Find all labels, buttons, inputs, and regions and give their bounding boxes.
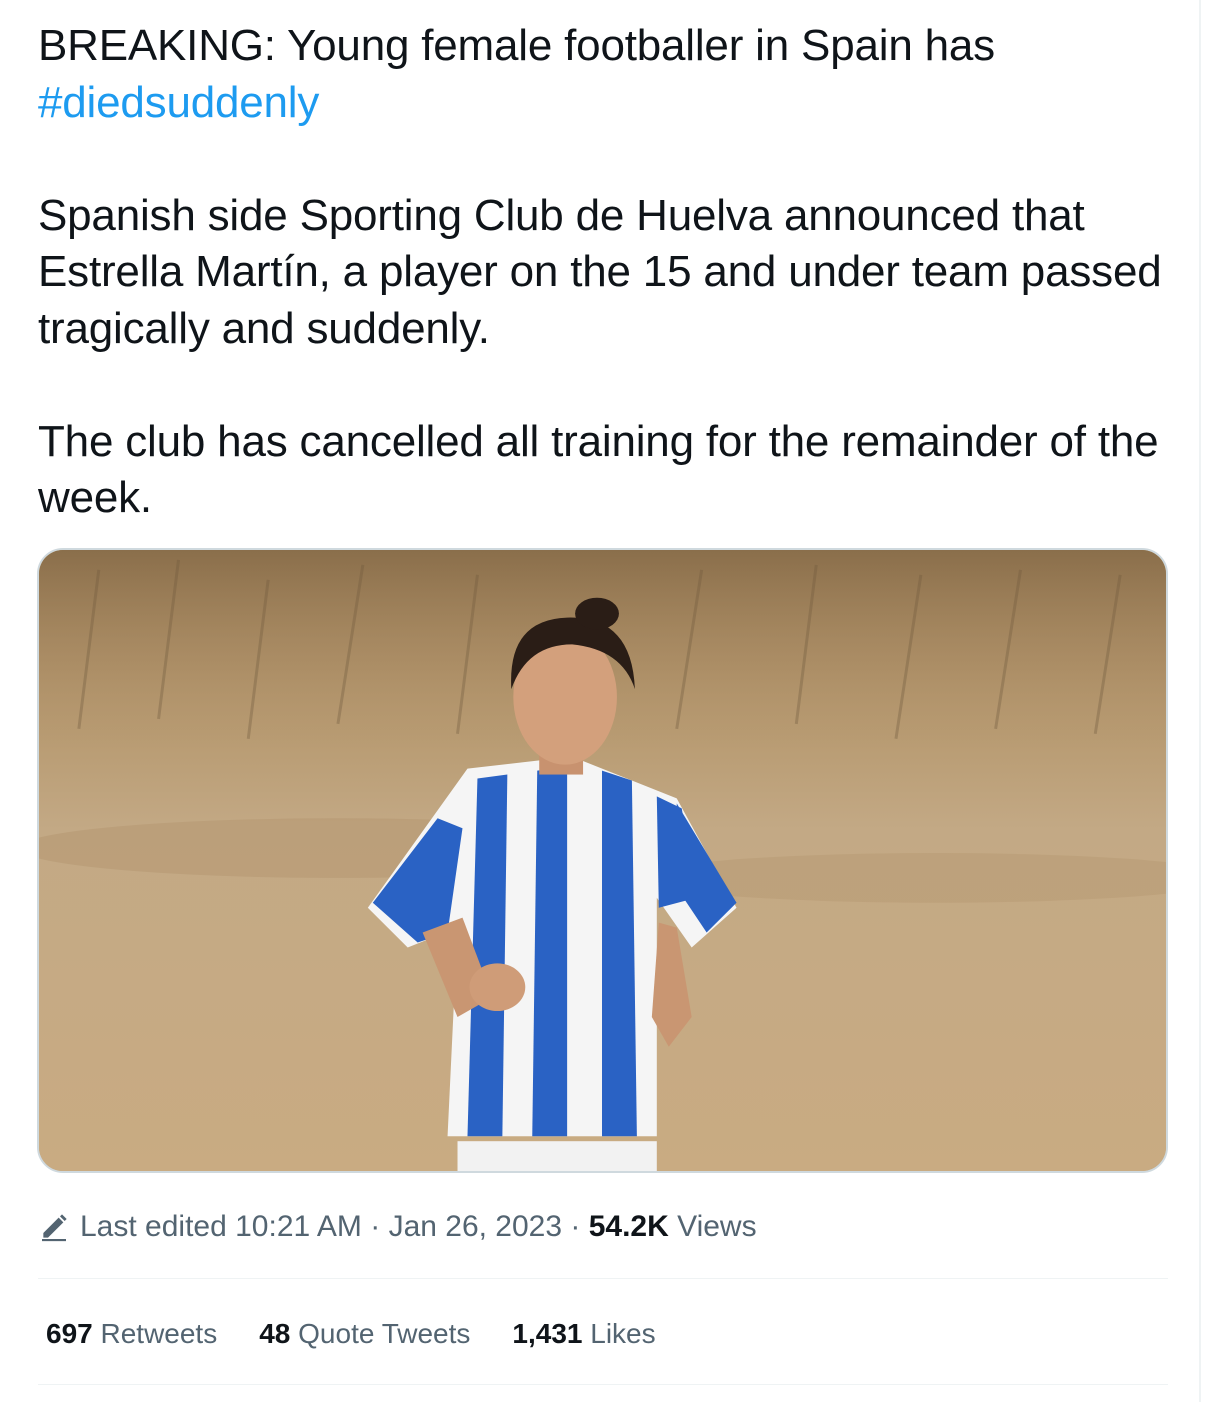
tweet-meta: Last edited 10:21 AM · Jan 26, 2023 · 54… bbox=[38, 1206, 757, 1248]
headline-text: BREAKING: Young female footballer in Spa… bbox=[38, 21, 995, 70]
retweets-count: 697 bbox=[46, 1318, 93, 1349]
likes-link[interactable]: 1,431 Likes bbox=[512, 1318, 655, 1350]
last-edited-link[interactable]: Last edited 10:21 AM · Jan 26, 2023 bbox=[80, 1210, 562, 1244]
pencil-icon bbox=[42, 1214, 67, 1242]
tweet-time: 10:21 AM bbox=[235, 1210, 362, 1243]
tweet-paragraph-1: BREAKING: Young female footballer in Spa… bbox=[38, 18, 1168, 131]
tweet-card: BREAKING: Young female footballer in Spa… bbox=[0, 0, 1201, 1402]
retweets-label: Retweets bbox=[92, 1318, 218, 1349]
quote-tweets-count: 48 bbox=[259, 1318, 291, 1349]
tweet-stats: 697 Retweets 48 Quote Tweets 1,431 Likes bbox=[46, 1314, 698, 1354]
divider bbox=[38, 1278, 1168, 1279]
meta-separator: · bbox=[562, 1210, 589, 1243]
divider bbox=[38, 1384, 1168, 1385]
views-count: 54.2K bbox=[588, 1210, 669, 1243]
tweet-paragraph-2: Spanish side Sporting Club de Huelva ann… bbox=[38, 190, 1162, 353]
meta-separator: · bbox=[361, 1210, 389, 1243]
last-edited-label: Last edited bbox=[80, 1210, 236, 1243]
football-player-photo bbox=[39, 550, 1166, 1171]
quote-tweets-link[interactable]: 48 Quote Tweets bbox=[259, 1318, 470, 1350]
retweets-link[interactable]: 697 Retweets bbox=[46, 1318, 217, 1350]
tweet-paragraph-3: The club has cancelled all training for … bbox=[38, 416, 1159, 523]
likes-count: 1,431 bbox=[512, 1318, 583, 1349]
hashtag-link[interactable]: #diedsuddenly bbox=[38, 78, 319, 127]
likes-label: Likes bbox=[582, 1318, 656, 1349]
views-label: Views bbox=[668, 1210, 757, 1243]
quote-tweets-label: Quote Tweets bbox=[290, 1318, 471, 1349]
tweet-photo[interactable] bbox=[37, 548, 1168, 1173]
tweet-date: Jan 26, 2023 bbox=[388, 1210, 563, 1243]
tweet-text: BREAKING: Young female footballer in Spa… bbox=[38, 18, 1168, 527]
